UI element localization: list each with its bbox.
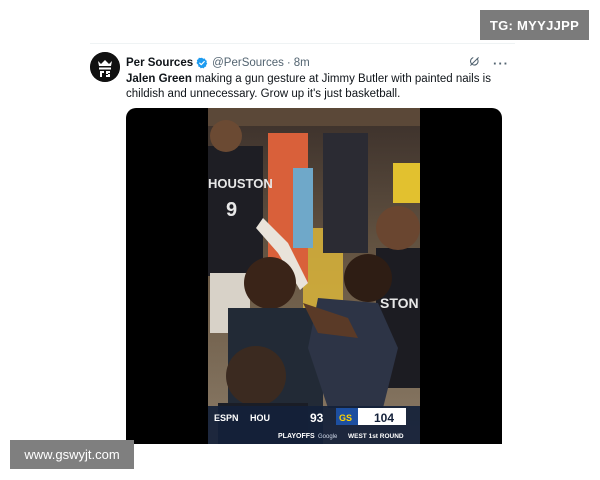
grok-icon[interactable] <box>468 55 481 71</box>
telegram-watermark-badge: TG: MYYJJPP <box>480 10 589 40</box>
scorebug-home-score: 93 <box>310 411 324 425</box>
scorebug-home-team: HOU <box>250 413 270 423</box>
avatar[interactable] <box>90 52 120 82</box>
scorebug-away-team: GS <box>339 413 352 423</box>
author-name[interactable]: Per Sources <box>126 57 193 69</box>
tweet-header: Per Sources @PerSources · 8m ··· <box>126 54 515 72</box>
jersey-text-left: HOUSTON <box>208 176 273 191</box>
more-options-button[interactable]: ··· <box>493 56 509 71</box>
video-scene-image: HOUSTON 9 STON ESPN HOU 93 GS 104 PLAYOF… <box>208 108 420 444</box>
verified-badge-icon <box>196 57 208 69</box>
video-frame[interactable]: HOUSTON 9 STON ESPN HOU 93 GS 104 PLAYOF… <box>208 108 420 444</box>
tweet-video-media[interactable]: HOUSTON 9 STON ESPN HOU 93 GS 104 PLAYOF… <box>126 108 502 444</box>
jersey-text-right: STON <box>380 295 419 311</box>
tweet-text: Jalen Green making a gun gesture at Jimm… <box>126 72 511 102</box>
jersey-number: 9 <box>226 199 237 221</box>
per-sources-logo-icon <box>90 52 120 82</box>
scorebug-event: PLAYOFFS <box>278 433 315 440</box>
tweet-card[interactable]: Per Sources @PerSources · 8m ··· Jalen G… <box>90 43 515 444</box>
tweet-text-mention: Jalen Green <box>126 73 192 85</box>
scorebug-away-score: 104 <box>374 411 394 425</box>
scorebug-sponsor: Google <box>318 434 338 440</box>
scorebug-network: ESPN <box>214 413 239 423</box>
scorebug-round: WEST 1st ROUND <box>348 433 404 440</box>
site-watermark: www.gswyjt.com <box>10 440 134 469</box>
author-handle[interactable]: @PerSources <box>212 57 284 69</box>
separator-dot: · <box>286 57 291 69</box>
tweet-timestamp[interactable]: 8m <box>294 57 310 69</box>
